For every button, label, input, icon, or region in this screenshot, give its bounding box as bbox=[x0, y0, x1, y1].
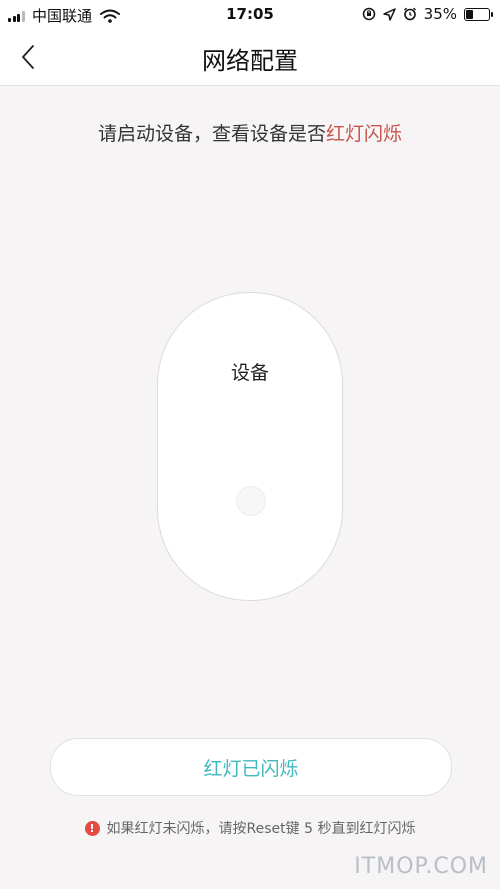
nav-bar: 网络配置 bbox=[0, 30, 500, 86]
light-blinking-confirm-button[interactable]: 红灯已闪烁 bbox=[50, 738, 452, 796]
battery-icon bbox=[464, 7, 493, 21]
reset-hint: ! 如果红灯未闪烁，请按Reset键 5 秒直到红灯闪烁 bbox=[0, 818, 500, 838]
location-arrow-icon bbox=[382, 7, 396, 21]
instruction-main: 请启动设备，查看设备是否 bbox=[97, 123, 326, 145]
device-led-indicator bbox=[236, 486, 266, 516]
instruction-text: 请启动设备，查看设备是否红灯闪烁 bbox=[0, 119, 500, 146]
hint-text: 如果红灯未闪烁，请按Reset键 5 秒直到红灯闪烁 bbox=[106, 821, 416, 837]
device-label: 设备 bbox=[230, 362, 269, 384]
battery-fill bbox=[466, 9, 473, 19]
battery-percent: 35% bbox=[423, 5, 457, 23]
watermark: ITMOP.COM bbox=[354, 854, 488, 879]
page-title: 网络配置 bbox=[202, 47, 298, 75]
orientation-lock-icon bbox=[362, 7, 375, 21]
status-right: 35% bbox=[362, 5, 493, 23]
status-bar: 中国联通 17:05 35% bbox=[0, 0, 500, 30]
instruction-highlight: 红灯闪烁 bbox=[326, 123, 403, 145]
alarm-icon bbox=[403, 7, 416, 21]
device-illustration: 设备 bbox=[157, 292, 343, 601]
confirm-button-label: 红灯已闪烁 bbox=[203, 757, 299, 780]
exclamation-circle-icon: ! bbox=[84, 820, 100, 836]
